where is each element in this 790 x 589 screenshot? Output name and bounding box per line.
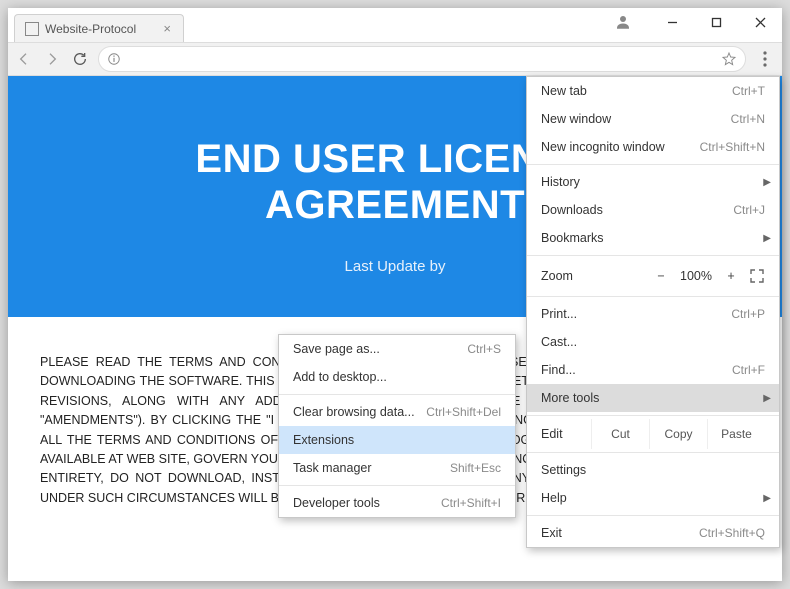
back-button[interactable] (14, 49, 34, 69)
menu-find[interactable]: Find...Ctrl+F (527, 356, 779, 384)
bookmark-star-icon[interactable] (721, 51, 737, 67)
menu-separator (527, 415, 779, 416)
menu-more-tools[interactable]: More tools▶ (527, 384, 779, 412)
zoom-in-button[interactable]: + (719, 269, 743, 283)
copy-button[interactable]: Copy (649, 419, 707, 449)
chevron-right-icon: ▶ (763, 493, 771, 504)
menu-separator (527, 164, 779, 165)
fullscreen-icon[interactable] (749, 268, 765, 284)
zoom-out-button[interactable]: − (649, 269, 673, 283)
submenu-developer-tools[interactable]: Developer toolsCtrl+Shift+I (279, 489, 515, 517)
chevron-right-icon: ▶ (763, 233, 771, 244)
paste-button[interactable]: Paste (707, 419, 765, 449)
submenu-extensions[interactable]: Extensions (279, 426, 515, 454)
main-menu-button[interactable] (754, 48, 776, 70)
chevron-right-icon: ▶ (763, 393, 771, 404)
toolbar (8, 42, 782, 76)
menu-print[interactable]: Print...Ctrl+P (527, 300, 779, 328)
zoom-label: Zoom (541, 269, 649, 283)
edit-label: Edit (541, 427, 591, 441)
tab-title: Website-Protocol (45, 22, 161, 36)
menu-bookmarks[interactable]: Bookmarks▶ (527, 224, 779, 252)
submenu-task-manager[interactable]: Task managerShift+Esc (279, 454, 515, 482)
title-line-2: AGREEMENT (265, 183, 525, 227)
maximize-button[interactable] (694, 8, 738, 36)
menu-separator (527, 296, 779, 297)
submenu-add-to-desktop[interactable]: Add to desktop... (279, 363, 515, 391)
menu-separator (527, 515, 779, 516)
info-icon (107, 52, 121, 66)
menu-separator (527, 452, 779, 453)
menu-downloads[interactable]: DownloadsCtrl+J (527, 196, 779, 224)
menu-separator (279, 485, 515, 486)
menu-separator (527, 255, 779, 256)
submenu-save-page-as[interactable]: Save page as...Ctrl+S (279, 335, 515, 363)
menu-history[interactable]: History▶ (527, 168, 779, 196)
menu-incognito[interactable]: New incognito windowCtrl+Shift+N (527, 133, 779, 161)
close-tab-icon[interactable]: × (161, 21, 173, 36)
reload-button[interactable] (70, 49, 90, 69)
titlebar: Website-Protocol × (8, 8, 782, 42)
submenu-clear-browsing-data[interactable]: Clear browsing data...Ctrl+Shift+Del (279, 398, 515, 426)
menu-edit-row: Edit Cut Copy Paste (527, 419, 779, 449)
chevron-right-icon: ▶ (763, 177, 771, 188)
close-window-button[interactable] (738, 8, 782, 36)
menu-help[interactable]: Help▶ (527, 484, 779, 512)
address-bar[interactable] (98, 46, 746, 72)
page-icon (25, 22, 39, 36)
minimize-button[interactable] (650, 8, 694, 36)
window-controls (614, 8, 782, 36)
menu-zoom-row: Zoom − 100% + (527, 259, 779, 293)
browser-tab[interactable]: Website-Protocol × (14, 14, 184, 42)
menu-exit[interactable]: ExitCtrl+Shift+Q (527, 519, 779, 547)
menu-new-tab[interactable]: New tabCtrl+T (527, 77, 779, 105)
more-tools-submenu: Save page as...Ctrl+S Add to desktop... … (278, 334, 516, 518)
menu-settings[interactable]: Settings (527, 456, 779, 484)
zoom-value: 100% (673, 269, 719, 283)
menu-cast[interactable]: Cast... (527, 328, 779, 356)
profile-avatar-icon[interactable] (614, 13, 632, 31)
menu-new-window[interactable]: New windowCtrl+N (527, 105, 779, 133)
menu-separator (279, 394, 515, 395)
main-menu: New tabCtrl+T New windowCtrl+N New incog… (526, 76, 780, 548)
forward-button[interactable] (42, 49, 62, 69)
cut-button[interactable]: Cut (591, 419, 649, 449)
